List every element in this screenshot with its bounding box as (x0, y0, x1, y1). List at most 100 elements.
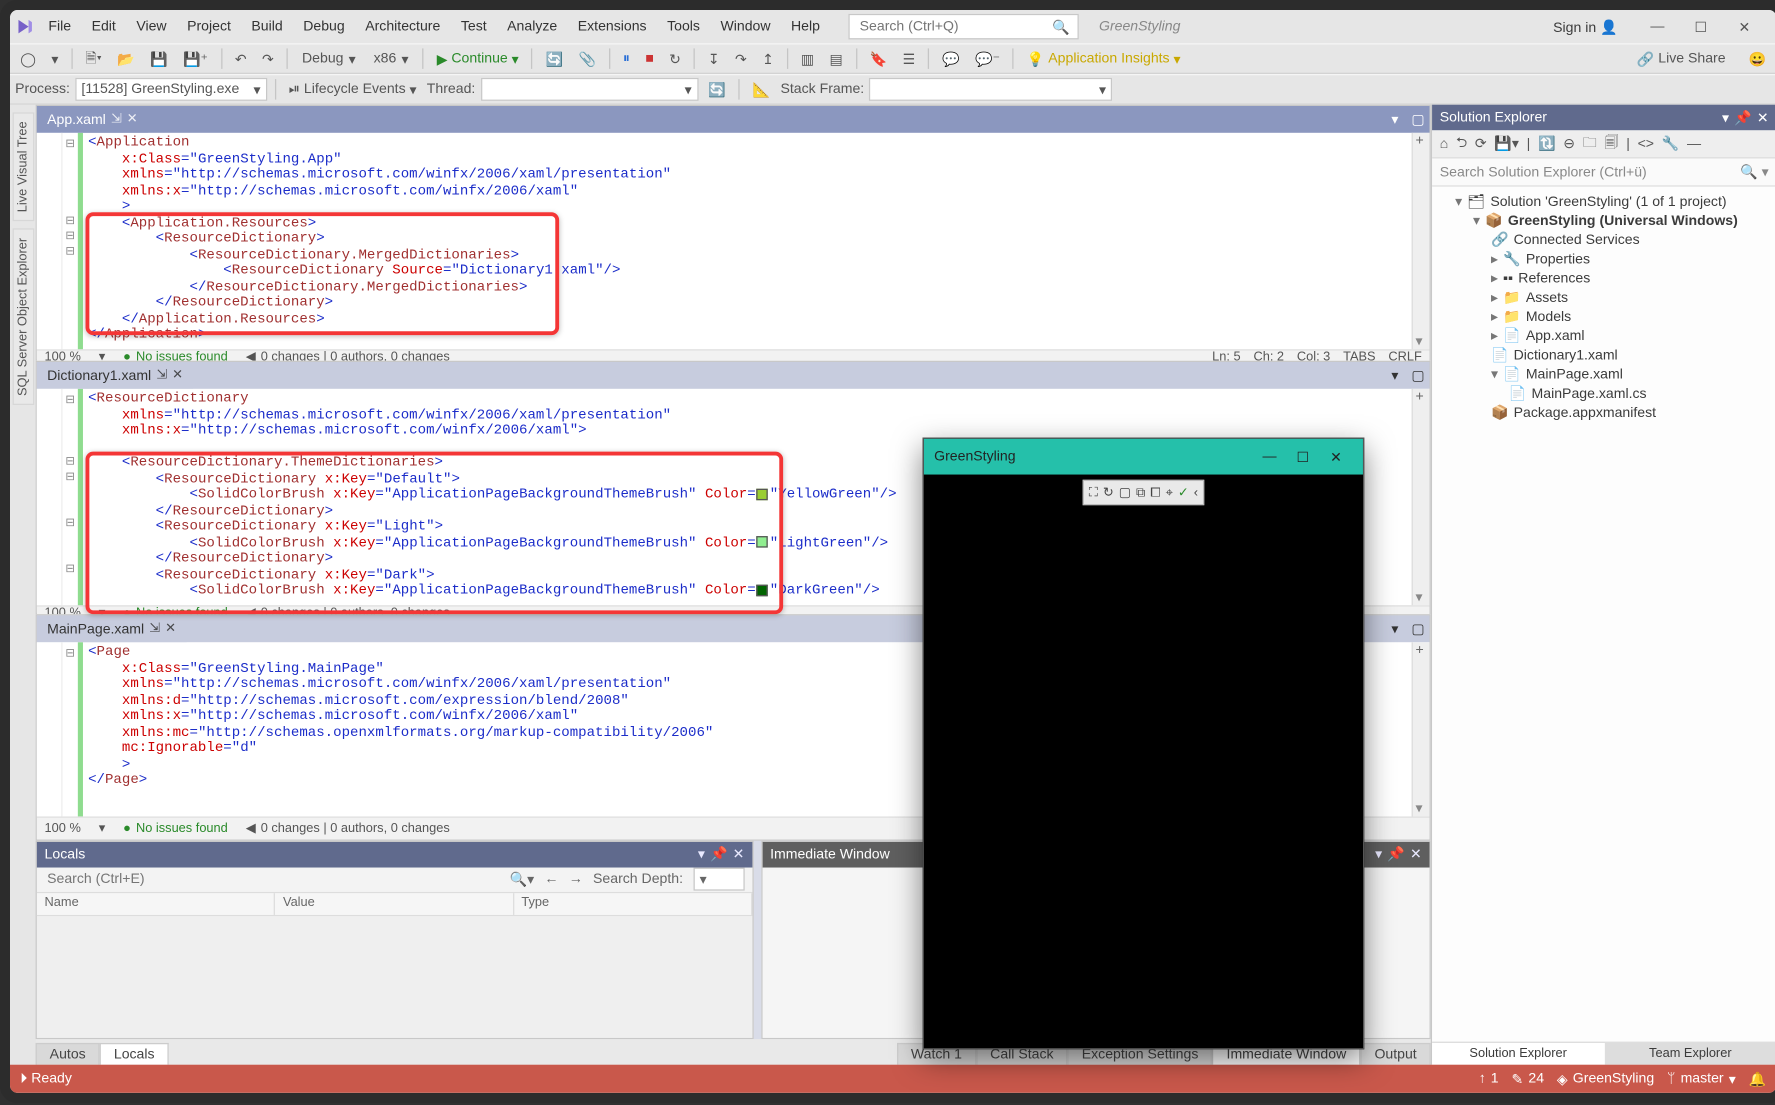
maximize-editor-icon[interactable]: ▢ (1406, 621, 1429, 638)
menu-analyze[interactable]: Analyze (497, 14, 568, 40)
diag-icon-4[interactable]: ⧉ (1136, 486, 1145, 500)
tab-mainpage[interactable]: MainPage.xaml⇲✕ (37, 615, 186, 642)
thread-refresh-icon[interactable]: 🔄 (703, 78, 731, 100)
solexp-search[interactable]: Search Solution Explorer (Ctrl+ü)🔍 ▾ (1432, 158, 1775, 186)
btab-locals[interactable]: Locals (100, 1043, 169, 1065)
node-dictionary1[interactable]: Dictionary1.xaml (1514, 347, 1618, 362)
solution-node[interactable]: Solution 'GreenStyling' (1 of 1 project) (1490, 194, 1726, 209)
restart-button[interactable]: ↻ (664, 48, 686, 70)
running-app-window[interactable]: GreenStyling — ☐ ✕ ⛶ ↻ ▢ ⧉ ⧠ ⌖ ✓ ‹ (923, 438, 1365, 1050)
tab-dictionary1[interactable]: Dictionary1.xaml⇲✕ (37, 362, 193, 389)
status-publish[interactable]: ↑ 1 (1479, 1071, 1499, 1086)
more-icon[interactable]: — (1687, 136, 1701, 151)
dropdown-icon[interactable]: ▾ (698, 846, 705, 863)
uncomment-icon[interactable]: 💬⁻ (970, 48, 1005, 70)
feedback-icon[interactable]: 😀 (1744, 48, 1772, 70)
menu-view[interactable]: View (126, 14, 177, 40)
node-app-xaml[interactable]: App.xaml (1526, 328, 1585, 343)
maximize-editor-icon[interactable]: ▢ (1406, 111, 1429, 128)
menu-help[interactable]: Help (781, 14, 830, 40)
live-share-button[interactable]: 🔗 Live Share (1632, 48, 1731, 70)
btab-output[interactable]: Output (1360, 1043, 1430, 1065)
new-button[interactable]: 🗎▾ (80, 44, 107, 73)
status-branch[interactable]: ᛘ master ▾ (1667, 1070, 1736, 1087)
undo-button[interactable]: ↶ (230, 48, 252, 70)
vscroll[interactable] (1412, 389, 1430, 605)
menu-project[interactable]: Project (177, 14, 241, 40)
vscroll[interactable] (1412, 642, 1430, 815)
close-icon[interactable]: ✕ (1757, 109, 1769, 126)
btab-autos[interactable]: Autos (36, 1043, 100, 1065)
open-button[interactable]: 📂 (112, 48, 140, 70)
menu-build[interactable]: Build (241, 14, 293, 40)
nav-back-button[interactable]: ◯ (15, 48, 41, 70)
collapse-icon[interactable]: ⊖ (1563, 135, 1575, 152)
node-properties[interactable]: Properties (1526, 251, 1590, 266)
app-minimize-button[interactable]: — (1253, 449, 1286, 464)
list-icon[interactable]: ☰ (898, 48, 921, 70)
menu-debug[interactable]: Debug (293, 14, 355, 40)
continue-button[interactable]: ▶ Continue ▾ (432, 48, 524, 70)
close-icon[interactable]: ✕ (165, 622, 176, 636)
thread-combo[interactable]: ▾ (480, 78, 698, 101)
app-insights-button[interactable]: 💡 Application Insights ▾ (1022, 48, 1186, 70)
tab-app-xaml[interactable]: App.xaml⇲✕ (37, 106, 148, 133)
copy-icon[interactable]: 🗐 (1604, 132, 1618, 156)
save-icon[interactable]: 💾▾ (1494, 135, 1519, 152)
back-icon[interactable]: ⮌ (1456, 132, 1467, 156)
locals-search-input[interactable] (45, 870, 500, 888)
close-icon[interactable]: ✕ (733, 846, 745, 863)
close-icon[interactable]: ✕ (127, 112, 138, 126)
maximize-editor-icon[interactable]: ▢ (1406, 367, 1429, 384)
maximize-button[interactable]: ☐ (1679, 14, 1723, 40)
showall-icon[interactable]: 🗀 (1583, 132, 1597, 156)
stack-combo[interactable]: ▾ (869, 78, 1112, 101)
diag-icon-check[interactable]: ✓ (1178, 486, 1189, 500)
toggle-icon-2[interactable]: ▤ (824, 48, 848, 70)
redo-button[interactable]: ↷ (257, 48, 279, 70)
wrench-icon[interactable]: 🔧 (1662, 135, 1680, 152)
diag-icon-3[interactable]: ▢ (1119, 486, 1131, 500)
depth-combo[interactable]: ▾ (693, 868, 744, 891)
rail-live-visual-tree[interactable]: Live Visual Tree (12, 112, 34, 221)
menu-tools[interactable]: Tools (657, 14, 710, 40)
rail-sql-explorer[interactable]: SQL Server Object Explorer (12, 229, 34, 405)
comment-icon[interactable]: 💬 (937, 48, 965, 70)
menu-window[interactable]: Window (710, 14, 781, 40)
save-all-button[interactable]: 💾⁺ (178, 48, 213, 70)
diag-icon-1[interactable]: ⛶ (1089, 486, 1098, 500)
node-models[interactable]: Models (1526, 309, 1571, 324)
dropdown-icon[interactable]: ▾ (1375, 846, 1382, 863)
step-out-icon[interactable]: ↥ (757, 48, 779, 70)
split-icon[interactable]: ▾ (1383, 111, 1406, 128)
diag-icon-6[interactable]: ⌖ (1166, 486, 1173, 500)
node-mainpage[interactable]: MainPage.xaml (1526, 366, 1623, 381)
dropdown-icon[interactable]: ▾ (1722, 109, 1729, 126)
code-app[interactable]: <Application x:Class="GreenStyling.App" … (83, 133, 1412, 349)
status-bell-icon[interactable]: 🔔 (1749, 1070, 1767, 1087)
refresh-icon[interactable]: 🔄 (540, 48, 568, 70)
step-into-icon[interactable]: ↧ (703, 48, 725, 70)
split-icon[interactable]: ▾ (1383, 367, 1406, 384)
project-node[interactable]: GreenStyling (Universal Windows) (1508, 213, 1738, 228)
nav-fwd-button[interactable]: ▾ (46, 48, 63, 70)
foot-sol-explorer[interactable]: Solution Explorer (1432, 1043, 1604, 1065)
pin-icon[interactable]: 📌 (1387, 846, 1405, 863)
menu-architecture[interactable]: Architecture (355, 14, 451, 40)
lifecycle-events-button[interactable]: ⏯ Lifecycle Events ▾ (284, 78, 422, 100)
menu-edit[interactable]: Edit (81, 14, 126, 40)
app-close-button[interactable]: ✕ (1319, 448, 1352, 465)
step-over-icon[interactable]: ↷ (730, 48, 752, 70)
save-button[interactable]: 💾 (145, 48, 173, 70)
attach-icon[interactable]: 📎 (573, 48, 601, 70)
solution-tree[interactable]: 🗂 Solution 'GreenStyling' (1 of 1 projec… (1432, 187, 1775, 1042)
search-icon[interactable]: 🔍▾ (510, 871, 535, 888)
home-icon[interactable]: ⌂ (1440, 136, 1449, 151)
pin-icon[interactable]: 📌 (1734, 109, 1752, 126)
foot-team-explorer[interactable]: Team Explorer (1604, 1043, 1775, 1065)
toggle-icon-1[interactable]: ▥ (796, 48, 820, 70)
refresh-icon[interactable]: 🔃 (1538, 135, 1556, 152)
quick-launch[interactable]: 🔍 (848, 14, 1078, 40)
diag-collapse-icon[interactable]: ‹ (1194, 486, 1198, 500)
bookmark-icon[interactable]: 🔖 (865, 48, 893, 70)
